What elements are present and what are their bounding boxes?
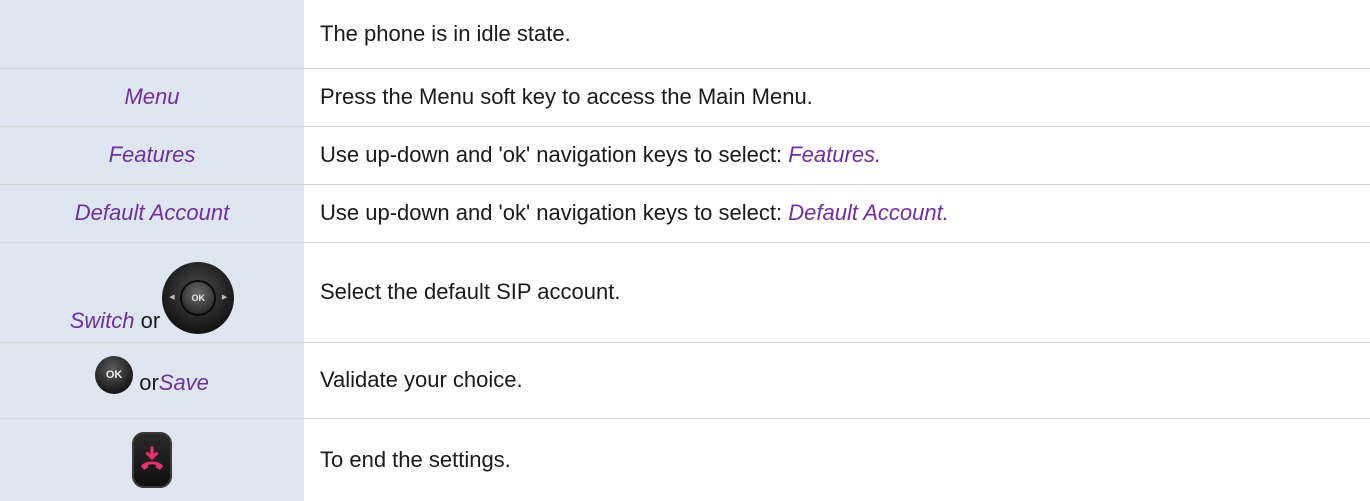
switch-label: Switch (69, 307, 135, 333)
row-1-action-cell (0, 0, 304, 69)
row-4-description-text: Use up-down and 'ok' navigation keys to … (320, 200, 789, 225)
table-row: Menu Press the Menu soft key to access t… (0, 68, 1370, 127)
row-4-description-target: Default Account. (788, 200, 949, 225)
table-row: Default Account Use up-down and 'ok' nav… (0, 184, 1370, 243)
table-row: Features Use up-down and 'ok' navigation… (0, 126, 1370, 185)
row-2-description: Press the Menu soft key to access the Ma… (304, 68, 1370, 127)
table-row: To end the settings. (0, 418, 1370, 501)
save-action-cell: OK orSave (0, 342, 304, 419)
save-label: Save (158, 369, 209, 395)
end-call-key-icon (132, 431, 172, 488)
nav-left-arrow-icon: ◀ (169, 293, 175, 301)
row-1-description: The phone is in idle state. (304, 0, 1370, 69)
row-3-description: Use up-down and 'ok' navigation keys to … (304, 126, 1370, 185)
table-row: The phone is in idle state. (0, 0, 1370, 69)
or-label: or (139, 369, 159, 395)
table-row: Switch or ◀ OK ▶ Select the default SIP acc… (0, 242, 1370, 343)
hangup-handset-icon (141, 446, 163, 470)
row-6-description: Validate your choice. (304, 342, 1370, 419)
navigation-pad-icon: ◀ OK ▶ (162, 261, 235, 334)
switch-action-cell: Switch or ◀ OK ▶ (0, 242, 304, 343)
ok-button-icon: OK (95, 355, 134, 394)
nav-right-arrow-icon: ▶ (221, 293, 228, 301)
navpad-ok-center: OK (182, 281, 215, 314)
row-3-description-text: Use up-down and 'ok' navigation keys to … (320, 142, 789, 167)
menu-action: Menu (0, 68, 304, 127)
procedure-table: The phone is in idle state. Menu Press t… (0, 0, 1370, 501)
features-action: Features (0, 126, 304, 185)
row-4-description: Use up-down and 'ok' navigation keys to … (304, 184, 1370, 243)
table-row: OK orSave Validate your choice. (0, 342, 1370, 419)
default-account-action: Default Account (0, 184, 304, 243)
or-label: or (140, 307, 161, 333)
row-5-description: Select the default SIP account. (304, 242, 1370, 343)
end-call-action-cell (0, 418, 304, 501)
row-7-description: To end the settings. (320, 446, 511, 472)
row-3-description-target: Features. (788, 142, 882, 167)
